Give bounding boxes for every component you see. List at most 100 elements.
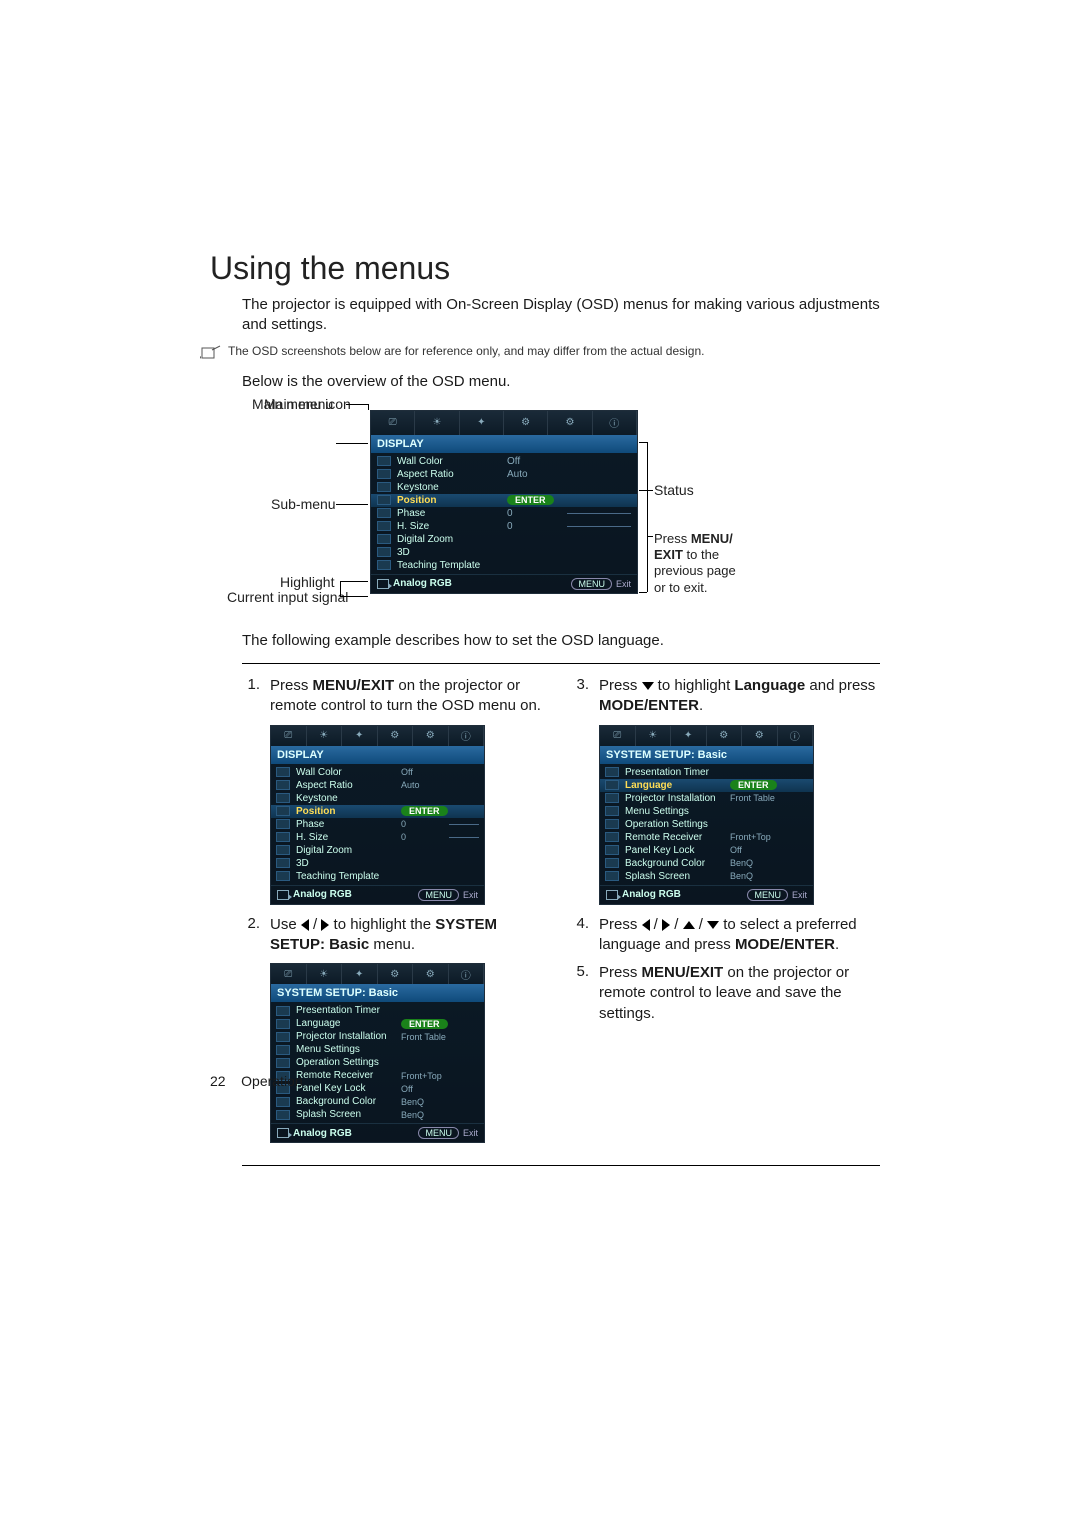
osd-row-icon bbox=[276, 1019, 290, 1029]
osd-row: Panel Key LockOff bbox=[271, 1082, 484, 1095]
osd-value: Off bbox=[401, 767, 449, 777]
osd-value: Auto bbox=[507, 469, 567, 480]
footer-exit: Exit bbox=[616, 579, 631, 589]
osd-row-icon bbox=[276, 767, 290, 777]
osd-row-label: Aspect Ratio bbox=[296, 780, 401, 791]
osd-row-label: Remote Receiver bbox=[296, 1070, 401, 1081]
step-5: 5. Press MENU/EXIT on the projector or r… bbox=[571, 963, 880, 1024]
osd-row: Presentation Timer bbox=[600, 766, 813, 779]
example-intro: The following example describes how to s… bbox=[242, 631, 880, 651]
osd-row-icon bbox=[377, 456, 391, 466]
osd-row-icon bbox=[377, 495, 391, 505]
osd-value: 0 bbox=[507, 521, 567, 532]
osd-value: Auto bbox=[401, 780, 449, 790]
osd-row-icon bbox=[276, 1045, 290, 1055]
osd-row-icon bbox=[276, 1058, 290, 1068]
osd-row-label: Position bbox=[397, 495, 507, 506]
osd-row: Teaching Template bbox=[371, 559, 637, 572]
osd-row-icon bbox=[377, 534, 391, 544]
osd-tab-icon: ⎚ bbox=[371, 411, 415, 435]
osd-value: Front+Top bbox=[730, 832, 778, 842]
osd-footer: Analog RGB MENUExit bbox=[371, 574, 637, 593]
osd-row: PositionENTER bbox=[371, 494, 637, 507]
osd-row-label: Panel Key Lock bbox=[625, 845, 730, 856]
osd-slider bbox=[567, 513, 631, 514]
osd-row: LanguageENTER bbox=[600, 779, 813, 792]
osd-row-icon bbox=[605, 767, 619, 777]
osd-display: ⎚ ☀ ✦ ⚙ ⚙ ⓘ DISPLAY Wall ColorOffAspect … bbox=[370, 410, 638, 594]
osd-display-small: ⎚☀✦⚙⚙ⓘDISPLAYWall ColorOffAspect RatioAu… bbox=[270, 725, 485, 905]
osd-row: PositionENTER bbox=[271, 805, 484, 818]
down-arrow-icon bbox=[707, 921, 719, 929]
osd-value: 0 bbox=[401, 819, 449, 829]
osd-title: SYSTEM SETUP: Basic bbox=[271, 984, 484, 1002]
osd-row-label: Wall Color bbox=[296, 767, 401, 778]
osd-row-label: Menu Settings bbox=[296, 1044, 401, 1055]
osd-value: Off bbox=[730, 845, 778, 855]
osd-value: 0 bbox=[507, 508, 567, 519]
osd-slider bbox=[449, 824, 479, 825]
label-highlight: Highlight bbox=[280, 574, 334, 590]
osd-row-label: Digital Zoom bbox=[397, 534, 507, 545]
osd-row: Teaching Template bbox=[271, 870, 484, 883]
osd-row-label: Phase bbox=[397, 508, 507, 519]
down-arrow-icon bbox=[642, 682, 654, 690]
osd-row: 3D bbox=[371, 546, 637, 559]
osd-row: Aspect RatioAuto bbox=[271, 779, 484, 792]
osd-row-icon bbox=[276, 845, 290, 855]
osd-row-label: Language bbox=[625, 780, 730, 791]
overview-diagram: Main menu icon Main menu Sub-menu Highli… bbox=[242, 396, 880, 631]
osd-row-label: Remote Receiver bbox=[625, 832, 730, 843]
osd-row-label: Operation Settings bbox=[625, 819, 730, 830]
osd-system-lang-small: ⎚☀✦⚙⚙ⓘSYSTEM SETUP: BasicPresentation Ti… bbox=[599, 725, 814, 905]
osd-value: 0 bbox=[401, 832, 449, 842]
osd-row-icon bbox=[605, 780, 619, 790]
osd-title: DISPLAY bbox=[371, 435, 637, 453]
osd-row-label: Teaching Template bbox=[397, 560, 507, 571]
overview-intro: Below is the overview of the OSD menu. bbox=[242, 372, 880, 392]
osd-row-label: H. Size bbox=[397, 521, 507, 532]
osd-row-icon bbox=[377, 482, 391, 492]
osd-row-label: 3D bbox=[397, 547, 507, 558]
osd-row-icon bbox=[605, 871, 619, 881]
left-arrow-icon bbox=[301, 919, 309, 931]
step-4: 4. Press / / / to select a preferred lan… bbox=[571, 915, 880, 956]
osd-row: Phase0 bbox=[371, 507, 637, 520]
osd-row: Operation Settings bbox=[271, 1056, 484, 1069]
osd-row-label: Menu Settings bbox=[625, 806, 730, 817]
steps-columns: 1. Press MENU/EXIT on the projector or r… bbox=[242, 676, 880, 1153]
osd-row-label: Teaching Template bbox=[296, 871, 401, 882]
label-status: Status bbox=[654, 482, 694, 498]
osd-row-label: Keystone bbox=[296, 793, 401, 804]
note-row: The OSD screenshots below are for refere… bbox=[200, 344, 880, 364]
osd-row-label: Presentation Timer bbox=[625, 767, 730, 778]
osd-row: Phase0 bbox=[271, 818, 484, 831]
note-icon bbox=[200, 344, 222, 364]
osd-value: Front Table bbox=[730, 793, 778, 803]
osd-row: 3D bbox=[271, 857, 484, 870]
osd-row-icon bbox=[377, 547, 391, 557]
osd-value: BenQ bbox=[401, 1097, 449, 1107]
osd-row: Background ColorBenQ bbox=[600, 857, 813, 870]
osd-row-label: Phase bbox=[296, 819, 401, 830]
label-main-menu: Main menu bbox=[264, 396, 333, 412]
osd-row: Splash ScreenBenQ bbox=[271, 1108, 484, 1121]
osd-row-icon bbox=[276, 1110, 290, 1120]
osd-row: Projector InstallationFront Table bbox=[271, 1030, 484, 1043]
osd-row: Remote ReceiverFront+Top bbox=[600, 831, 813, 844]
osd-row-icon bbox=[605, 793, 619, 803]
label-press-menu: Press MENU/ EXIT to the previous page or… bbox=[654, 531, 749, 596]
page-number: 22 bbox=[210, 1073, 226, 1089]
osd-row: Remote ReceiverFront+Top bbox=[271, 1069, 484, 1082]
page-footer: 22 Operation bbox=[210, 1073, 303, 1089]
osd-value: Off bbox=[507, 456, 567, 467]
col-right: 3. Press to highlight Language and press… bbox=[571, 676, 880, 1153]
osd-slider bbox=[449, 837, 479, 838]
osd-row: Digital Zoom bbox=[371, 533, 637, 546]
osd-value: BenQ bbox=[730, 858, 778, 868]
osd-row: H. Size0 bbox=[371, 520, 637, 533]
osd-value: Off bbox=[401, 1084, 449, 1094]
osd-row-icon bbox=[377, 560, 391, 570]
osd-row: Keystone bbox=[371, 481, 637, 494]
osd-value: BenQ bbox=[730, 871, 778, 881]
